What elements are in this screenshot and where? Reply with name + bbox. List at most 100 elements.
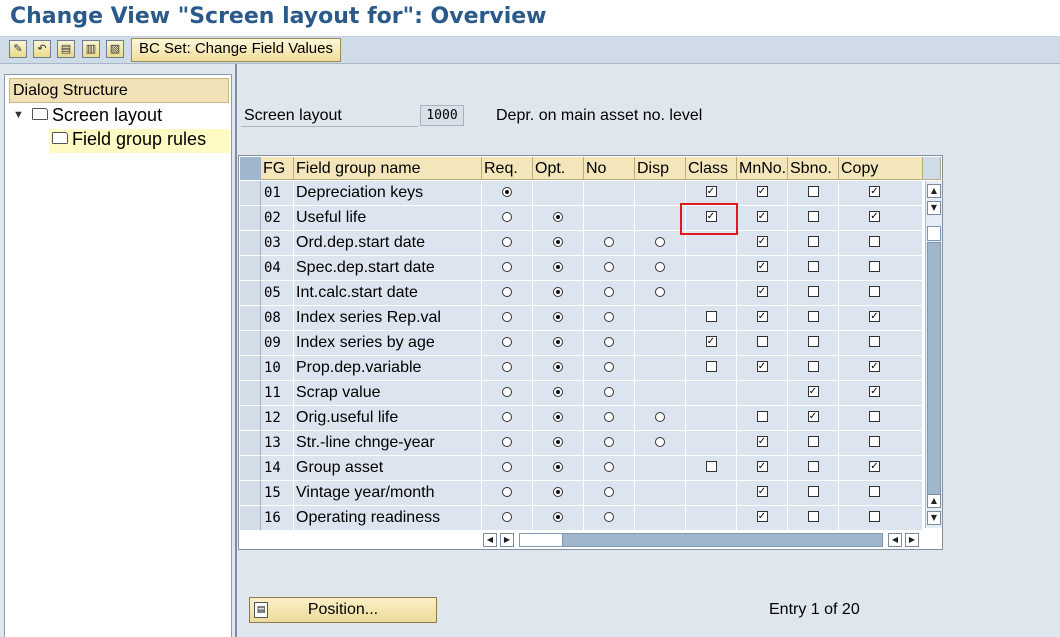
column-settings-icon[interactable]	[923, 157, 941, 180]
req-radio[interactable]	[502, 236, 512, 247]
opt-radio[interactable]	[553, 411, 563, 422]
copy-checkbox[interactable]: ✓	[869, 361, 880, 373]
opt-radio[interactable]	[553, 261, 563, 272]
copy-checkbox[interactable]	[869, 511, 880, 523]
no-radio[interactable]	[604, 411, 614, 422]
row-selector[interactable]	[240, 256, 261, 281]
vertical-scroll-thumb[interactable]	[927, 226, 941, 241]
req-radio[interactable]	[502, 286, 512, 297]
scroll-right-icon[interactable]: ▶	[905, 533, 919, 547]
row-selector[interactable]	[240, 381, 261, 406]
sbno-checkbox[interactable]	[807, 186, 819, 198]
column-header-disp[interactable]: Disp	[635, 157, 686, 180]
column-header-sbno[interactable]: Sbno.	[788, 157, 839, 180]
class-checkbox[interactable]	[705, 311, 717, 323]
row-selector[interactable]	[240, 306, 261, 331]
horizontal-scroll-track[interactable]	[519, 533, 883, 547]
mnno-checkbox[interactable]: ✓	[756, 461, 768, 473]
sbno-checkbox[interactable]	[807, 311, 819, 323]
column-header-field-group-name[interactable]: Field group name	[294, 157, 482, 180]
req-radio[interactable]	[502, 461, 512, 472]
row-selector[interactable]	[240, 281, 261, 306]
column-header-opt[interactable]: Opt.	[533, 157, 584, 180]
opt-radio[interactable]	[553, 511, 563, 522]
req-radio[interactable]	[502, 311, 512, 322]
row-selector[interactable]	[240, 181, 261, 206]
class-checkbox[interactable]	[705, 361, 717, 373]
scroll-page-up-icon[interactable]: ▲	[927, 494, 941, 508]
select-all-rows-button[interactable]	[240, 157, 261, 180]
row-selector[interactable]	[240, 406, 261, 431]
copy-checkbox[interactable]	[869, 236, 880, 248]
copy-checkbox[interactable]	[869, 286, 880, 298]
copy-checkbox[interactable]: ✓	[869, 461, 880, 473]
copy-checkbox[interactable]: ✓	[869, 186, 880, 198]
opt-radio[interactable]	[553, 361, 563, 372]
copy-checkbox[interactable]: ✓	[869, 311, 880, 323]
opt-radio[interactable]	[553, 236, 563, 247]
select-block-icon[interactable]: ▥	[82, 40, 100, 58]
horizontal-scroll-thumb[interactable]	[519, 533, 563, 547]
no-radio[interactable]	[604, 386, 614, 397]
mnno-checkbox[interactable]: ✓	[756, 311, 768, 323]
disp-radio[interactable]	[655, 286, 665, 297]
position-button[interactable]: ▤ Position...	[249, 597, 437, 623]
no-radio[interactable]	[604, 311, 614, 322]
sbno-checkbox[interactable]	[807, 336, 819, 348]
scroll-right-step-icon[interactable]: ▶	[500, 533, 514, 547]
sbno-checkbox[interactable]	[807, 511, 819, 523]
column-header-class[interactable]: Class	[686, 157, 737, 180]
undo-icon[interactable]: ↶	[33, 40, 51, 58]
panel-splitter[interactable]	[235, 64, 237, 637]
scroll-left-icon[interactable]: ◀	[483, 533, 497, 547]
no-radio[interactable]	[604, 236, 614, 247]
bcset-change-field-values-button[interactable]: BC Set: Change Field Values	[131, 38, 341, 62]
class-checkbox[interactable]	[705, 461, 717, 473]
opt-radio[interactable]	[553, 336, 563, 347]
req-radio[interactable]	[502, 361, 512, 372]
scroll-page-down-icon[interactable]: ▼	[927, 201, 941, 215]
mnno-checkbox[interactable]: ✓	[756, 211, 768, 223]
class-checkbox[interactable]: ✓	[705, 336, 717, 348]
disp-radio[interactable]	[655, 261, 665, 272]
row-selector[interactable]	[240, 356, 261, 381]
sbno-checkbox[interactable]	[807, 286, 819, 298]
column-header-fg[interactable]: FG	[261, 157, 294, 180]
no-radio[interactable]	[604, 361, 614, 372]
scroll-up-icon[interactable]: ▲	[927, 184, 941, 198]
scroll-down-icon[interactable]: ▼	[927, 511, 941, 525]
row-selector[interactable]	[240, 231, 261, 256]
req-radio[interactable]	[502, 511, 512, 522]
horizontal-scrollbar[interactable]: ◀ ▶ ◀ ▶	[483, 532, 928, 548]
row-selector[interactable]	[240, 431, 261, 456]
no-radio[interactable]	[604, 261, 614, 272]
opt-radio[interactable]	[553, 211, 563, 222]
req-radio[interactable]	[502, 336, 512, 347]
no-radio[interactable]	[604, 286, 614, 297]
sbno-checkbox[interactable]	[807, 461, 819, 473]
mnno-checkbox[interactable]: ✓	[756, 236, 768, 248]
column-header-req[interactable]: Req.	[482, 157, 533, 180]
no-radio[interactable]	[604, 461, 614, 472]
mnno-checkbox[interactable]	[756, 411, 768, 423]
edit-pencil-icon[interactable]: ✎	[9, 40, 27, 58]
req-radio[interactable]	[502, 186, 512, 197]
sbno-checkbox[interactable]	[807, 436, 819, 448]
req-radio[interactable]	[502, 261, 512, 272]
row-selector[interactable]	[240, 506, 261, 531]
req-radio[interactable]	[502, 486, 512, 497]
sbno-checkbox[interactable]	[807, 486, 819, 498]
disp-radio[interactable]	[655, 411, 665, 422]
req-radio[interactable]	[502, 386, 512, 397]
opt-radio[interactable]	[553, 436, 563, 447]
mnno-checkbox[interactable]: ✓	[756, 361, 768, 373]
no-radio[interactable]	[604, 511, 614, 522]
row-selector[interactable]	[240, 331, 261, 356]
sbno-checkbox[interactable]	[807, 361, 819, 373]
mnno-checkbox[interactable]: ✓	[756, 261, 768, 273]
row-selector[interactable]	[240, 206, 261, 231]
sbno-checkbox[interactable]	[807, 211, 819, 223]
copy-checkbox[interactable]: ✓	[869, 386, 880, 398]
disp-radio[interactable]	[655, 436, 665, 447]
copy-checkbox[interactable]: ✓	[869, 211, 880, 223]
